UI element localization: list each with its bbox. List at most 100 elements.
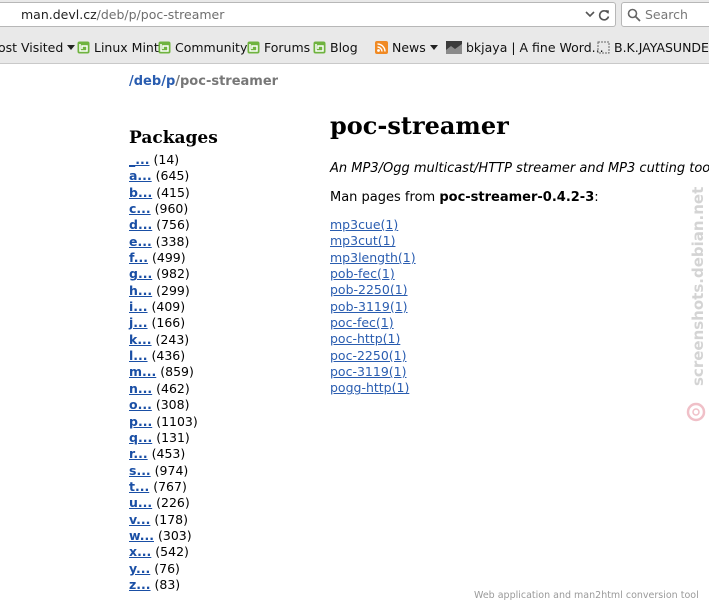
man-page-item: mp3cue(1) xyxy=(330,217,416,233)
package-letter-link[interactable]: _... xyxy=(129,152,150,167)
bookmark-bkjaya[interactable]: bkjaya | A fine Word... xyxy=(446,40,604,55)
package-letter-link[interactable]: x... xyxy=(129,544,151,559)
package-letter-link[interactable]: u... xyxy=(129,495,152,510)
package-letter-link[interactable]: i... xyxy=(129,299,148,314)
man-page-item: mp3length(1) xyxy=(330,250,416,266)
bookmark-bkjayasundera[interactable]: B.K.JAYASUNDERA xyxy=(597,40,709,55)
package-letter-link[interactable]: v... xyxy=(129,512,150,527)
man-page-item: poc-http(1) xyxy=(330,331,416,347)
package-letter-link[interactable]: q... xyxy=(129,430,152,445)
bookmark-label: B.K.JAYASUNDERA xyxy=(614,40,709,55)
package-count: (542) xyxy=(155,544,189,560)
package-letter-link[interactable]: e... xyxy=(129,234,152,249)
man-page-link[interactable]: poc-fec(1) xyxy=(330,315,394,330)
chevron-down-icon[interactable] xyxy=(584,8,596,20)
mint-logo-icon xyxy=(77,41,90,54)
reload-icon[interactable] xyxy=(597,7,611,23)
package-letter-link[interactable]: j... xyxy=(129,315,148,330)
package-count: (166) xyxy=(151,315,186,331)
package-count: (756) xyxy=(156,217,190,233)
package-letter-item: j... (166) xyxy=(129,315,198,331)
breadcrumb-link-deb[interactable]: deb xyxy=(134,74,161,89)
package-letter-item: z... (83) xyxy=(129,577,198,593)
package-letter-item: d... (756) xyxy=(129,217,198,233)
man-intro-prefix: Man pages from xyxy=(330,190,440,205)
package-letter-item: k... (243) xyxy=(129,332,198,348)
package-count: (767) xyxy=(153,478,187,494)
package-count: (453) xyxy=(151,446,186,462)
man-page-item: pob-3119(1) xyxy=(330,299,416,315)
bookmark-label: Linux Mint xyxy=(94,40,159,55)
search-icon xyxy=(627,8,641,22)
man-pages-list: mp3cue(1) mp3cut(1) mp3length(1) pob-fec(1)… xyxy=(330,217,416,397)
package-count: (83) xyxy=(154,576,181,592)
bookmark-linux-mint[interactable]: Linux Mint xyxy=(77,40,159,55)
package-letter-item: t... (767) xyxy=(129,479,198,495)
package-count: (436) xyxy=(151,348,186,364)
man-page-link[interactable]: mp3cut(1) xyxy=(330,233,395,248)
man-page-link[interactable]: poc-2250(1) xyxy=(330,348,406,363)
bookmark-forums[interactable]: Forums xyxy=(247,40,310,55)
package-letter-link[interactable]: z... xyxy=(129,577,151,592)
man-page-item: poc-fec(1) xyxy=(330,315,416,331)
package-letter-link[interactable]: a... xyxy=(129,168,152,183)
address-bar[interactable]: man.devl.cz/deb/p/poc-streamer xyxy=(0,2,616,27)
package-letter-link[interactable]: n... xyxy=(129,381,152,396)
man-page-link[interactable]: pob-fec(1) xyxy=(330,266,395,281)
man-page-link[interactable]: mp3cue(1) xyxy=(330,217,398,232)
package-letter-item: l... (436) xyxy=(129,348,198,364)
man-page-link[interactable]: pob-2250(1) xyxy=(330,282,408,297)
mint-logo-icon xyxy=(247,41,260,54)
package-letter-link[interactable]: d... xyxy=(129,217,152,232)
package-letter-link[interactable]: l... xyxy=(129,348,148,363)
package-letter-link[interactable]: k... xyxy=(129,332,152,347)
package-count: (14) xyxy=(153,152,180,167)
package-letter-link[interactable]: y... xyxy=(129,561,150,576)
breadcrumb-link-p[interactable]: p xyxy=(166,74,175,89)
package-letter-item: c... (960) xyxy=(129,201,198,217)
package-letter-link[interactable]: w... xyxy=(129,528,154,543)
bookmark-blog[interactable]: Blog xyxy=(313,40,358,55)
man-page-link[interactable]: mp3length(1) xyxy=(330,250,416,265)
man-pages-intro: Man pages from poc-streamer-0.4.2-3: xyxy=(330,190,599,205)
bookmark-community[interactable]: Community xyxy=(158,40,247,55)
search-input[interactable]: Search xyxy=(621,2,709,27)
package-letter-link[interactable]: g... xyxy=(129,266,152,281)
bookmark-label: bkjaya | A fine Word... xyxy=(466,40,604,55)
man-page-link[interactable]: pob-3119(1) xyxy=(330,299,408,314)
package-letter-link[interactable]: o... xyxy=(129,397,152,412)
package-letter-link[interactable]: t... xyxy=(129,479,149,494)
man-page-link[interactable]: poc-3119(1) xyxy=(330,364,406,379)
package-count: (859) xyxy=(160,364,194,380)
package-count: (308) xyxy=(155,397,190,413)
package-letter-link[interactable]: r... xyxy=(129,446,148,461)
breadcrumb: /deb/p/poc-streamer xyxy=(129,74,278,89)
package-letter-link[interactable]: b... xyxy=(129,185,152,200)
breadcrumb-current: poc-streamer xyxy=(180,74,279,89)
package-letter-link[interactable]: p... xyxy=(129,414,152,429)
package-letter-link[interactable]: m... xyxy=(129,364,156,379)
package-letter-link[interactable]: f... xyxy=(129,250,148,265)
package-letter-item: i... (409) xyxy=(129,299,198,315)
package-count: (243) xyxy=(155,331,190,347)
man-page-item: pob-2250(1) xyxy=(330,282,416,298)
package-count: (982) xyxy=(156,266,190,282)
man-page-link[interactable]: pogg-http(1) xyxy=(330,380,409,395)
mint-logo-icon xyxy=(313,41,326,54)
bookmark-most-visited[interactable]: ost Visited xyxy=(0,40,76,55)
man-page-link[interactable]: poc-http(1) xyxy=(330,331,400,346)
package-letter-item: s... (974) xyxy=(129,463,198,479)
package-letter-link[interactable]: s... xyxy=(129,463,151,478)
package-letter-item: x... (542) xyxy=(129,544,198,560)
page-blank-icon xyxy=(597,41,610,54)
packages-heading: Packages xyxy=(129,128,218,148)
packages-index-list: _... (14) a... (645) b... (415) c... (960) d… xyxy=(129,152,198,593)
package-letter-item: q... (131) xyxy=(129,430,198,446)
package-letter-link[interactable]: h... xyxy=(129,283,152,298)
bookmark-news[interactable]: News xyxy=(375,40,438,55)
package-letter-item: y... (76) xyxy=(129,561,198,577)
package-letter-link[interactable]: c... xyxy=(129,201,151,216)
package-letter-item: v... (178) xyxy=(129,512,198,528)
package-letter-item: f... (499) xyxy=(129,250,198,266)
package-letter-item: u... (226) xyxy=(129,495,198,511)
